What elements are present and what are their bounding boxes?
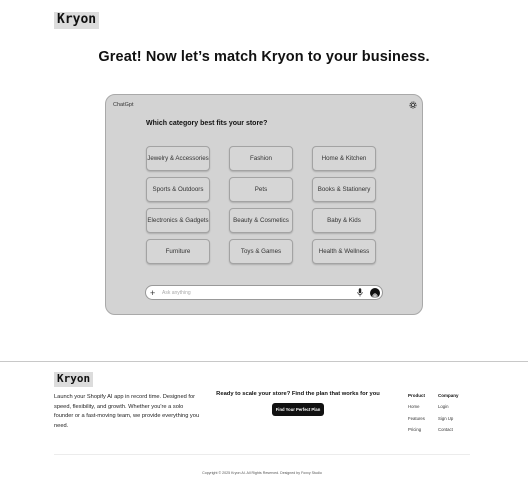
footer-column-company: Company Login Sign Up Contact — [438, 393, 459, 439]
category-sports-outdoors[interactable]: Sports & Outdoors — [146, 177, 210, 202]
footer-link-sign-up[interactable]: Sign Up — [438, 416, 459, 428]
chat-brand-label: ChatGpt — [113, 102, 134, 108]
footer-link-contact[interactable]: Contact — [438, 427, 459, 439]
footer-link-login[interactable]: Login — [438, 404, 459, 416]
footer-link-home[interactable]: Home — [408, 404, 425, 416]
category-question: Which category best fits your store? — [146, 120, 268, 127]
plus-icon[interactable]: + — [150, 287, 155, 299]
category-furniture[interactable]: Furniture — [146, 239, 210, 264]
kryon-logo[interactable]: Kryon — [54, 12, 100, 29]
footer-divider — [0, 361, 528, 362]
bottom-divider — [54, 454, 470, 455]
footer-link-pricing[interactable]: Pricing — [408, 427, 425, 439]
category-toys-games[interactable]: Toys & Games — [229, 239, 293, 264]
send-icon[interactable] — [370, 287, 380, 299]
chat-input[interactable] — [162, 288, 342, 297]
footer-column-heading: Product — [408, 393, 426, 398]
footer-column-product: Product Home Features Pricing — [408, 393, 425, 439]
chat-input-bar: + — [145, 285, 383, 300]
category-home-kitchen[interactable]: Home & Kitchen — [312, 146, 376, 171]
category-electronics-gadgets[interactable]: Electronics & Gadgets — [146, 208, 210, 233]
footer-cta-text: Ready to scale your store? Find the plan… — [216, 391, 380, 397]
page-headline: Great! Now let’s match Kryon to your bus… — [98, 49, 430, 65]
mic-icon[interactable] — [357, 288, 363, 297]
category-grid: Jewelry & Accessories Fashion Home & Kit… — [146, 146, 378, 266]
footer-column-heading: Company — [438, 393, 459, 398]
category-baby-kids[interactable]: Baby & Kids — [312, 208, 376, 233]
category-health-wellness[interactable]: Health & Wellness — [312, 239, 376, 264]
category-beauty-cosmetics[interactable]: Beauty & Cosmetics — [229, 208, 293, 233]
gear-icon[interactable] — [409, 101, 417, 109]
find-plan-button[interactable]: Find Your Perfect Plan — [272, 403, 324, 416]
footer-link-features[interactable]: Features — [408, 416, 425, 428]
category-books-stationery[interactable]: Books & Stationery — [312, 177, 376, 202]
footer-logo[interactable]: Kryon — [54, 372, 94, 387]
chat-panel: ChatGpt Which category best fits your st… — [105, 94, 423, 315]
footer-description: Launch your Shopify AI app in record tim… — [54, 394, 200, 429]
category-pets[interactable]: Pets — [229, 177, 293, 202]
copyright-text: Copyright © 2025 Kryon AI. All Rights Re… — [202, 471, 322, 475]
category-fashion[interactable]: Fashion — [229, 146, 293, 171]
category-jewelry-accessories[interactable]: Jewelry & Accessories — [146, 146, 210, 171]
